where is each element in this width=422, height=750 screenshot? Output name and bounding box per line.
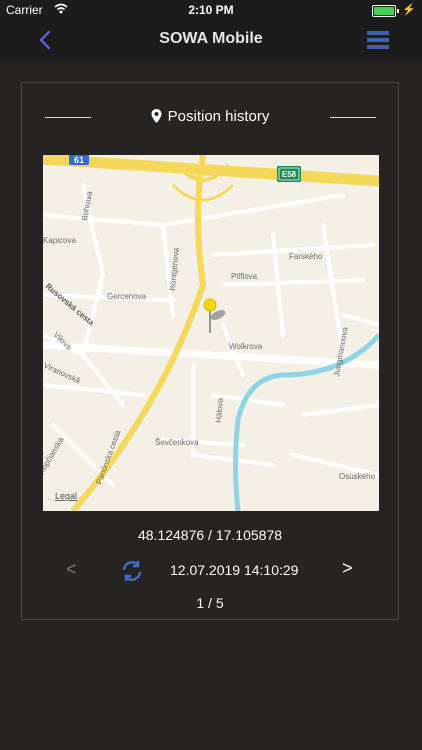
street-label: Pifflova [231, 272, 258, 281]
history-controls: < 12.07.2019 14:10:29 > [22, 557, 398, 587]
street-label: Ševčenkova [155, 438, 199, 447]
hamburger-menu-icon[interactable] [366, 28, 390, 52]
map-view[interactable]: 61 E58 Kapicova Bohrova Gercenova Röntge… [43, 155, 379, 511]
road-badge-e58: E58 [277, 166, 301, 182]
next-button[interactable]: > [342, 558, 353, 579]
map-canvas: 61 E58 Kapicova Bohrova Gercenova Röntge… [43, 155, 379, 511]
street-label: Gercenova [107, 292, 147, 301]
header-rule-right [330, 117, 376, 118]
street-label: Wolkrova [229, 342, 263, 351]
position-history-card: Position history 61 E58 Kapicova Bohrova… [21, 82, 399, 620]
street-label: Kapicova [43, 236, 76, 245]
card-header: Position history [22, 105, 398, 131]
battery-icon [372, 5, 399, 17]
street-label: Farského [289, 252, 323, 261]
map-legal-link: Legal [55, 491, 77, 501]
coordinates-label: 48.124876 / 17.105878 [137, 527, 283, 543]
road-badge-61: 61 [69, 155, 89, 165]
previous-button[interactable]: < [66, 559, 77, 580]
svg-text:E58: E58 [282, 170, 297, 179]
card-title: Position history [167, 108, 270, 125]
app-title: SOWA Mobile [159, 30, 263, 47]
svg-text:61: 61 [74, 155, 84, 165]
refresh-icon[interactable] [120, 559, 144, 583]
status-time: 2:10 PM [188, 3, 234, 17]
status-bar: Carrier 2:10 PM ⚡ [0, 0, 422, 20]
page-indicator: 1 / 5 [196, 595, 224, 611]
charging-icon: ⚡ [402, 4, 416, 16]
street-label: Osuského [339, 472, 376, 481]
navigation-bar: SOWA Mobile [0, 20, 422, 62]
position-timestamp: 12.07.2019 14:10:29 [170, 562, 299, 578]
location-pin-icon [151, 109, 162, 123]
